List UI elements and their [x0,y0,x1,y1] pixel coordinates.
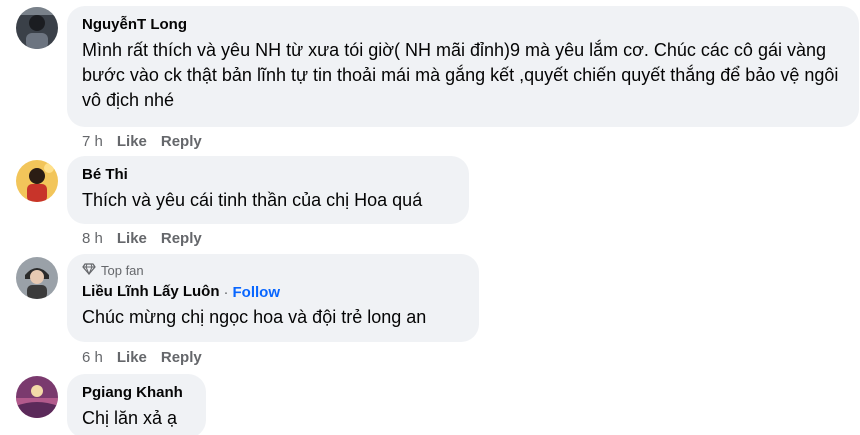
avatar[interactable] [16,160,58,202]
top-fan-badge: Top fan [82,263,464,279]
comment-actions: 8 h Like Reply [82,230,202,247]
comment-actions: 6 h Like Reply [82,349,202,366]
comment-text: Chị lăn xả ạ [82,408,178,428]
avatar[interactable] [16,376,58,418]
comment-bubble: Top fan Liều Lĩnh Lấy Luôn · Follow Chúc… [67,254,479,342]
avatar[interactable] [16,7,58,49]
separator: · [223,283,229,301]
timestamp[interactable]: 7 h [82,133,103,150]
timestamp[interactable]: 8 h [82,230,103,247]
author-name[interactable]: Liều Lĩnh Lấy Luôn [82,283,220,301]
badge-label: Top fan [101,263,144,278]
like-button[interactable]: Like [117,349,147,366]
author-name[interactable]: Bé Thi [82,166,454,184]
avatar[interactable] [16,257,58,299]
comment-thread: NguyễnT Long Mình rất thích và yêu NH từ… [0,0,860,435]
comment-text: Thích và yêu cái tinh thần của chị Hoa q… [82,190,423,210]
like-button[interactable]: Like [117,133,147,150]
author-row: Liều Lĩnh Lấy Luôn · Follow [82,283,464,301]
follow-button[interactable]: Follow [233,284,281,301]
comment-bubble: Pgiang Khanh Chị lăn xả ạ [67,374,206,435]
author-name[interactable]: Pgiang Khanh [82,384,191,402]
author-name[interactable]: NguyễnT Long [82,16,844,34]
reply-button[interactable]: Reply [161,349,202,366]
reply-button[interactable]: Reply [161,230,202,247]
reply-button[interactable]: Reply [161,133,202,150]
comment-bubble: Bé Thi Thích và yêu cái tinh thần của ch… [67,156,469,224]
timestamp[interactable]: 6 h [82,349,103,366]
comment-actions: 7 h Like Reply [82,133,202,150]
comment-text: Chúc mừng chị ngọc hoa và đội trẻ long a… [82,307,427,327]
diamond-icon [82,263,96,279]
comment-text: Mình rất thích và yêu NH từ xưa tói giờ(… [82,40,839,110]
like-button[interactable]: Like [117,230,147,247]
comment-bubble: NguyễnT Long Mình rất thích và yêu NH từ… [67,6,859,127]
